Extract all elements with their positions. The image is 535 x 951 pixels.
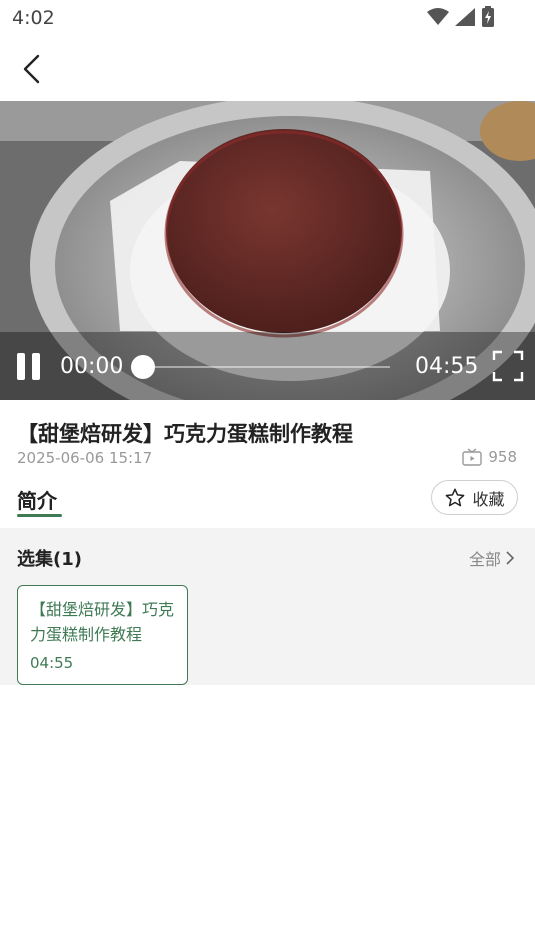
episodes-all-label: 全部 <box>468 550 501 569</box>
status-icons <box>427 6 495 32</box>
battery-charging-icon <box>481 6 495 32</box>
video-title: 【甜堡焙研发】巧克力蛋糕制作教程 <box>17 422 353 446</box>
publish-date: 2025-06-06 15:17 <box>17 449 153 467</box>
favorite-label: 收藏 <box>472 489 505 509</box>
seek-thumb[interactable] <box>131 355 155 379</box>
fullscreen-button[interactable] <box>492 350 524 382</box>
chevron-left-icon <box>23 54 40 84</box>
pause-icon-bar-right <box>32 353 40 380</box>
wifi-icon <box>427 8 449 30</box>
video-detail-page: 4:02 00:00 04:55 【甜堡焙研发】巧克力蛋糕制作教程 2025-0… <box>0 0 535 951</box>
episode-card-duration: 04:55 <box>30 654 74 672</box>
back-button[interactable] <box>16 52 50 86</box>
tab-intro[interactable]: 简介 <box>17 485 57 514</box>
episodes-title: 选集(1) <box>17 549 82 570</box>
pause-button[interactable] <box>17 353 43 381</box>
chevron-right-icon <box>506 551 515 565</box>
tv-play-icon <box>462 448 483 466</box>
tab-active-indicator <box>17 514 62 517</box>
video-player[interactable]: 00:00 04:55 <box>0 101 535 400</box>
video-control-bar: 00:00 04:55 <box>0 332 535 400</box>
fullscreen-icon <box>492 350 524 382</box>
episode-card-title: 【甜堡焙研发】巧克力蛋糕制作教程 <box>30 600 175 644</box>
current-time: 00:00 <box>60 354 124 379</box>
star-outline-icon <box>446 488 465 506</box>
total-duration: 04:55 <box>415 354 479 379</box>
favorite-button[interactable]: 收藏 <box>431 480 518 515</box>
top-nav-bar <box>0 36 535 100</box>
episodes-all-link[interactable]: 全部 <box>469 546 515 570</box>
status-time: 4:02 <box>12 7 55 29</box>
view-count-value: 958 <box>488 448 517 466</box>
status-bar: 4:02 <box>0 0 535 36</box>
episodes-section: 选集(1) 全部 【甜堡焙研发】巧克力蛋糕制作教程 04:55 <box>0 528 535 685</box>
episode-card[interactable]: 【甜堡焙研发】巧克力蛋糕制作教程 04:55 <box>17 585 188 685</box>
seek-bar[interactable] <box>142 366 390 368</box>
signal-icon <box>455 8 475 30</box>
view-count: 958 <box>462 448 517 466</box>
pause-icon-bar-left <box>17 353 25 380</box>
